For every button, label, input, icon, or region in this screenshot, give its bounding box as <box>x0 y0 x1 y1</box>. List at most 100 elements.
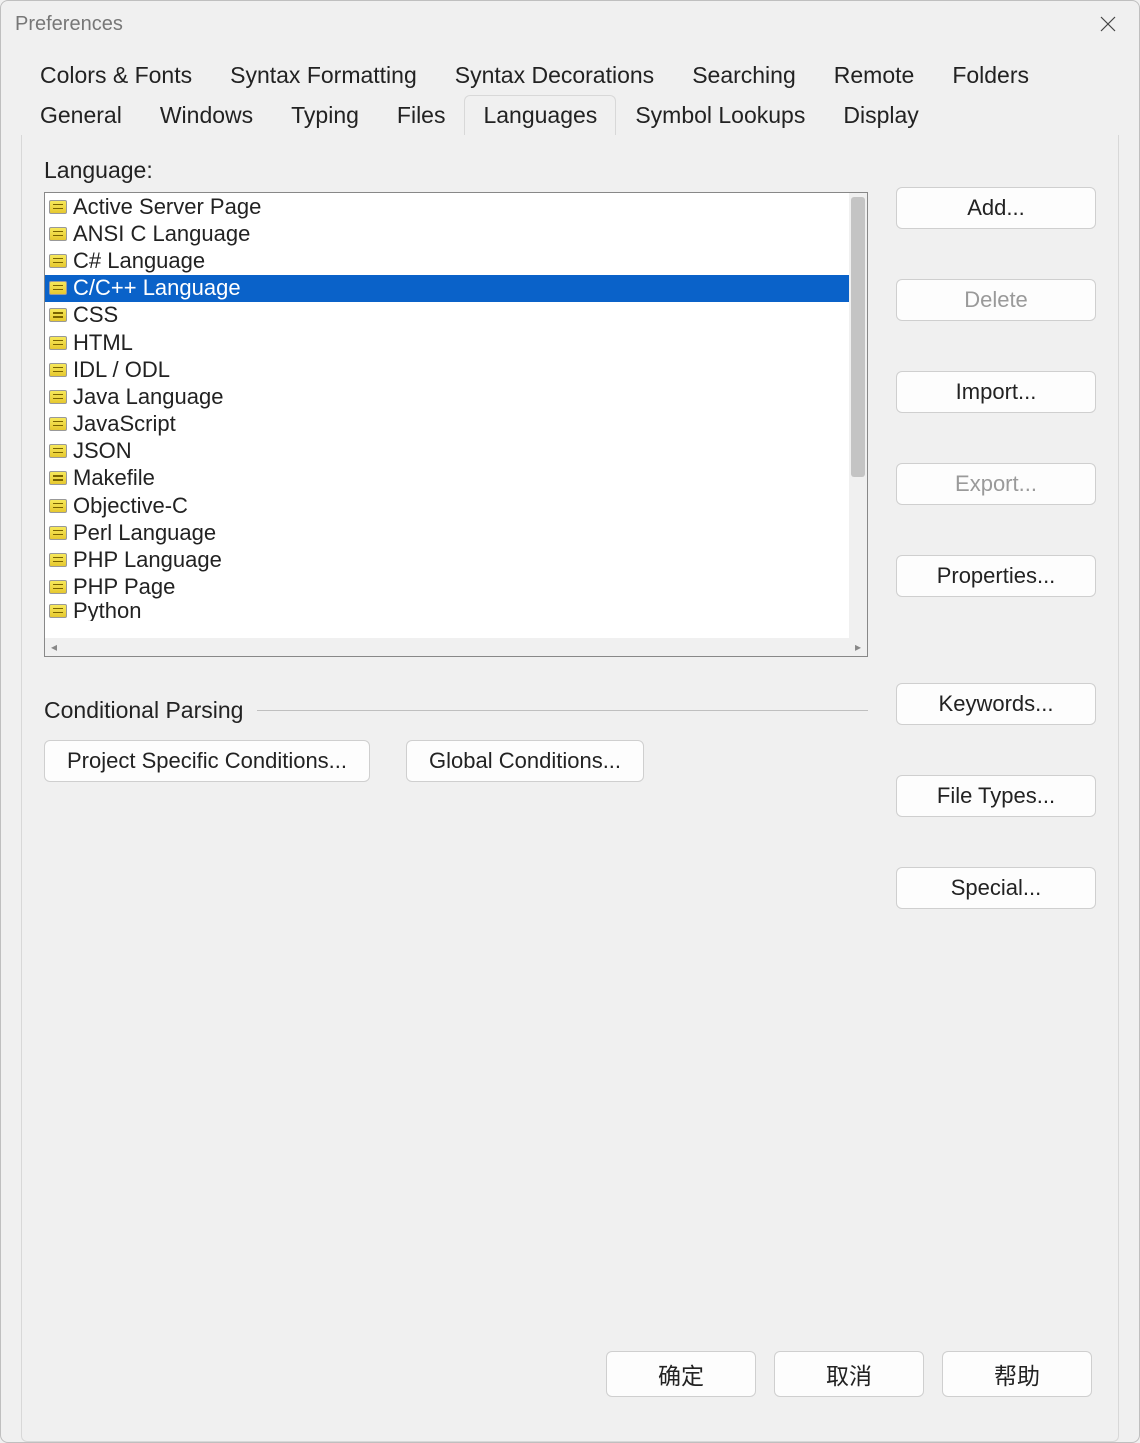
language-item-label: PHP Page <box>73 574 175 600</box>
close-icon <box>1099 15 1117 33</box>
language-icon <box>49 604 67 618</box>
tab-general[interactable]: General <box>21 95 141 135</box>
window-title: Preferences <box>15 13 123 36</box>
language-item-label: HTML <box>73 330 133 356</box>
language-icon <box>49 336 67 350</box>
language-item-label: Makefile <box>73 465 155 491</box>
language-item[interactable]: C/C++ Language <box>45 275 849 302</box>
language-item-label: JSON <box>73 438 132 464</box>
group-divider <box>257 710 868 711</box>
language-item[interactable]: Active Server Page <box>45 193 849 220</box>
language-item-label: JavaScript <box>73 411 176 437</box>
titlebar: Preferences <box>1 1 1139 45</box>
language-icon <box>49 390 67 404</box>
language-item-label: IDL / ODL <box>73 357 170 383</box>
preferences-window: Preferences Colors & FontsSyntax Formatt… <box>0 0 1140 1443</box>
language-item-label: C/C++ Language <box>73 275 241 301</box>
conditional-parsing-title: Conditional Parsing <box>44 697 243 724</box>
language-item[interactable]: Makefile <box>45 465 849 492</box>
language-listbox-view: Active Server PageANSI C LanguageC# Lang… <box>45 193 867 638</box>
tab-searching[interactable]: Searching <box>673 55 815 95</box>
ok-button[interactable]: 确定 <box>606 1351 756 1397</box>
language-icon <box>49 363 67 377</box>
tab-windows[interactable]: Windows <box>141 95 272 135</box>
language-item-label: CSS <box>73 302 118 328</box>
language-item-label: C# Language <box>73 248 205 274</box>
tab-row-1: Colors & FontsSyntax FormattingSyntax De… <box>21 55 1119 95</box>
vertical-scrollbar[interactable] <box>849 193 867 638</box>
language-icon <box>49 227 67 241</box>
import-button[interactable]: Import... <box>896 371 1096 413</box>
language-item[interactable]: JSON <box>45 438 849 465</box>
language-item[interactable]: CSS <box>45 302 849 329</box>
language-list-items: Active Server PageANSI C LanguageC# Lang… <box>45 193 849 638</box>
tab-typing[interactable]: Typing <box>272 95 378 135</box>
language-icon <box>49 281 67 295</box>
tab-panel-languages: Language: Active Server PageANSI C Langu… <box>21 135 1119 1442</box>
language-label: Language: <box>44 157 868 184</box>
dialog-footer: 确定 取消 帮助 <box>44 1331 1096 1419</box>
language-icon <box>49 526 67 540</box>
file-types-button[interactable]: File Types... <box>896 775 1096 817</box>
language-item-label: Java Language <box>73 384 223 410</box>
language-item-label: Objective-C <box>73 493 188 519</box>
language-item[interactable]: Python <box>45 601 849 621</box>
tab-languages[interactable]: Languages <box>464 95 616 135</box>
project-conditions-button[interactable]: Project Specific Conditions... <box>44 740 370 782</box>
horizontal-scrollbar[interactable]: ◂ ▸ <box>45 638 867 656</box>
language-item[interactable]: ANSI C Language <box>45 220 849 247</box>
side-button-column: Add... Delete Import... Export... Proper… <box>896 157 1096 909</box>
tab-row-2: GeneralWindowsTypingFilesLanguagesSymbol… <box>21 95 1119 135</box>
tab-colors-fonts[interactable]: Colors & Fonts <box>21 55 211 95</box>
tab-display[interactable]: Display <box>824 95 937 135</box>
language-listbox[interactable]: Active Server PageANSI C LanguageC# Lang… <box>44 192 868 657</box>
language-item[interactable]: C# Language <box>45 247 849 274</box>
tab-syntax-formatting[interactable]: Syntax Formatting <box>211 55 436 95</box>
language-icon <box>49 254 67 268</box>
tab-folders[interactable]: Folders <box>933 55 1048 95</box>
language-item[interactable]: Perl Language <box>45 519 849 546</box>
tab-files[interactable]: Files <box>378 95 465 135</box>
scrollbar-thumb[interactable] <box>851 197 865 477</box>
language-item-label: PHP Language <box>73 547 222 573</box>
language-icon <box>49 580 67 594</box>
language-icon <box>49 200 67 214</box>
conditional-parsing-group: Conditional Parsing <box>44 697 868 724</box>
language-item[interactable]: Java Language <box>45 383 849 410</box>
tab-syntax-decorations[interactable]: Syntax Decorations <box>436 55 673 95</box>
scroll-right-icon[interactable]: ▸ <box>855 640 861 654</box>
language-item[interactable]: IDL / ODL <box>45 356 849 383</box>
languages-row: Language: Active Server PageANSI C Langu… <box>44 157 1096 909</box>
language-item[interactable]: HTML <box>45 329 849 356</box>
languages-left-col: Language: Active Server PageANSI C Langu… <box>44 157 868 909</box>
global-conditions-button[interactable]: Global Conditions... <box>406 740 644 782</box>
language-item-label: Perl Language <box>73 520 216 546</box>
language-icon <box>49 308 67 322</box>
language-item-label: Active Server Page <box>73 194 261 220</box>
language-item[interactable]: PHP Language <box>45 546 849 573</box>
language-item-label: ANSI C Language <box>73 221 250 247</box>
scroll-left-icon[interactable]: ◂ <box>51 640 57 654</box>
close-button[interactable] <box>1087 7 1129 41</box>
cancel-button[interactable]: 取消 <box>774 1351 924 1397</box>
help-button[interactable]: 帮助 <box>942 1351 1092 1397</box>
language-item[interactable]: Objective-C <box>45 492 849 519</box>
keywords-button[interactable]: Keywords... <box>896 683 1096 725</box>
language-icon <box>49 553 67 567</box>
language-item-label: Python <box>73 601 142 621</box>
special-button[interactable]: Special... <box>896 867 1096 909</box>
delete-button[interactable]: Delete <box>896 279 1096 321</box>
language-icon <box>49 499 67 513</box>
properties-button[interactable]: Properties... <box>896 555 1096 597</box>
language-item[interactable]: JavaScript <box>45 411 849 438</box>
tab-symbol-lookups[interactable]: Symbol Lookups <box>616 95 824 135</box>
language-item[interactable]: PHP Page <box>45 574 849 601</box>
language-icon <box>49 444 67 458</box>
language-icon <box>49 417 67 431</box>
add-button[interactable]: Add... <box>896 187 1096 229</box>
export-button[interactable]: Export... <box>896 463 1096 505</box>
language-icon <box>49 471 67 485</box>
tab-remote[interactable]: Remote <box>815 55 934 95</box>
conditional-buttons-row: Project Specific Conditions... Global Co… <box>44 740 868 782</box>
content-area: Colors & FontsSyntax FormattingSyntax De… <box>1 45 1139 1442</box>
